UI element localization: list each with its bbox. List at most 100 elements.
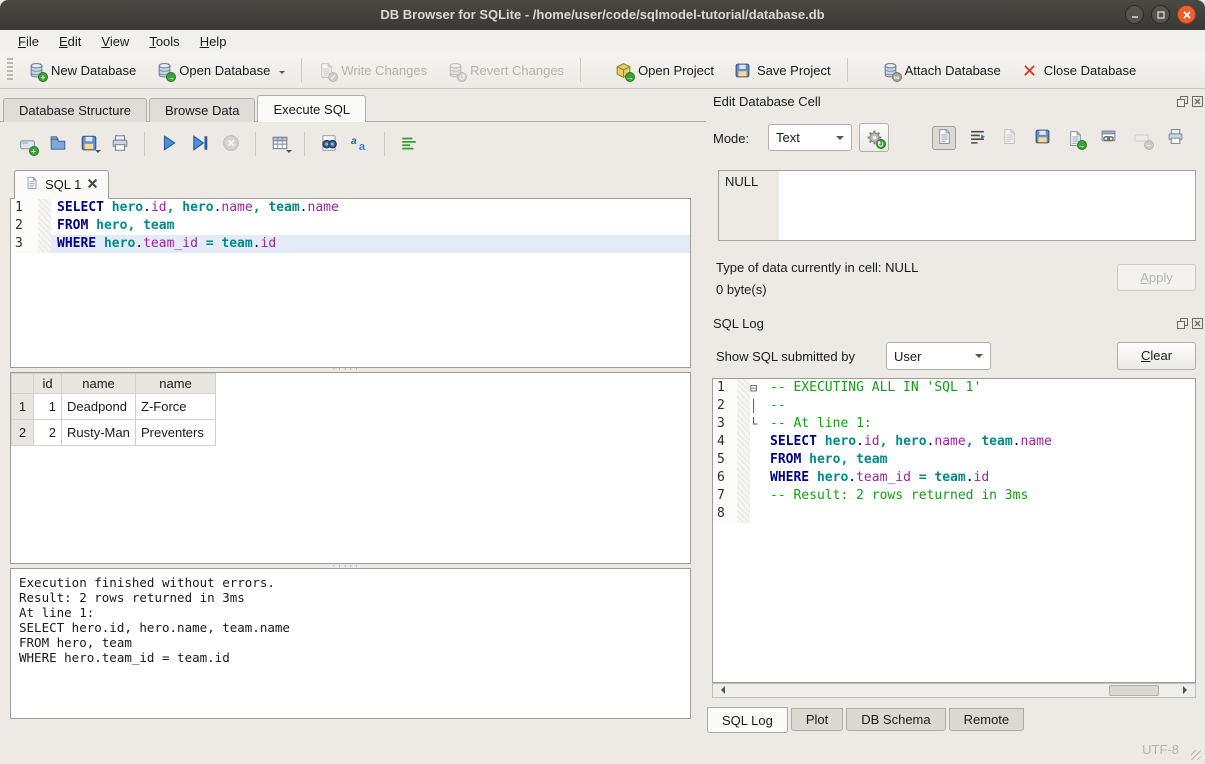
menu-tools[interactable]: Tools <box>139 32 189 51</box>
revert-changes-button[interactable]: ↺ Revert Changes <box>437 56 574 85</box>
autocomplete-button[interactable] <box>347 131 373 157</box>
link-icon <box>1100 128 1117 148</box>
gutter-margin <box>737 397 750 415</box>
column-header[interactable]: name <box>136 374 216 394</box>
write-changes-button[interactable]: ✓ Write Changes <box>308 56 437 85</box>
code-line: 1⊟-- EXECUTING ALL IN 'SQL 1' <box>713 379 1195 397</box>
code-text: -- <box>764 397 1195 415</box>
tab-database-structure[interactable]: Database Structure <box>3 98 147 122</box>
export-cell-button[interactable]: → <box>1063 126 1087 150</box>
resize-grip[interactable] <box>1191 750 1201 760</box>
corner-header[interactable] <box>12 374 34 394</box>
line-number: 6 <box>713 469 737 487</box>
clear-log-button[interactable]: Clear <box>1117 342 1196 370</box>
row-header[interactable]: 2 <box>12 420 34 446</box>
table-cell[interactable]: Deadpond <box>62 394 136 420</box>
sql-tab-close-icon[interactable] <box>87 177 98 192</box>
gutter-margin <box>737 433 750 451</box>
text-mode-button[interactable] <box>932 126 956 150</box>
save-project-button[interactable]: Save Project <box>724 56 841 85</box>
close-button[interactable] <box>1177 5 1196 24</box>
link-data-button[interactable] <box>1096 126 1120 150</box>
save-sql-file-button[interactable] <box>76 131 102 157</box>
menu-edit[interactable]: Edit <box>49 32 91 51</box>
save-results-button[interactable] <box>267 131 293 157</box>
column-header[interactable]: id <box>34 374 62 394</box>
titlebar[interactable]: DB Browser for SQLite - /home/user/code/… <box>0 0 1205 30</box>
word-wrap-icon <box>969 128 986 148</box>
attach-database-button[interactable]: ∞ Attach Database <box>872 56 1011 85</box>
code-line: 5FROM hero, team <box>713 451 1195 469</box>
fold-marker: │ <box>750 397 764 415</box>
table-cell[interactable]: Preventers <box>136 420 216 446</box>
table-cell[interactable]: 2 <box>34 420 62 446</box>
print-cell-button[interactable] <box>1163 126 1187 150</box>
format-sql-button[interactable] <box>396 131 422 157</box>
stop-execution-button[interactable] <box>218 131 244 157</box>
close-panel-icon[interactable] <box>1192 317 1203 332</box>
sql-log-view[interactable]: 1⊟-- EXECUTING ALL IN 'SQL 1'2│--3└-- At… <box>712 378 1196 683</box>
execution-message: Execution finished without errors. Resul… <box>10 568 691 719</box>
maximize-button[interactable] <box>1151 5 1170 24</box>
float-panel-icon[interactable] <box>1177 317 1188 332</box>
open-database-dropdown-caret[interactable] <box>279 71 285 77</box>
code-line: 2 │-- <box>713 397 1195 415</box>
dock-tab-sql-log[interactable]: SQL Log <box>707 707 788 733</box>
scroll-left-icon[interactable] <box>717 686 725 694</box>
fold-marker[interactable]: ⊟ <box>750 379 764 397</box>
gutter-margin <box>737 379 750 397</box>
word-wrap-button[interactable] <box>965 126 989 150</box>
toolbar-separator <box>847 58 848 82</box>
log-filter-select[interactable]: User <box>886 342 991 370</box>
dock-tab-db-schema[interactable]: DB Schema <box>846 708 945 731</box>
column-header[interactable]: name <box>62 374 136 394</box>
line-number: 2 <box>713 397 737 415</box>
tab-execute-sql[interactable]: Execute SQL <box>257 95 366 122</box>
line-number: 1 <box>11 199 38 217</box>
dock-tab-plot[interactable]: Plot <box>791 708 843 731</box>
find-replace-button[interactable] <box>316 131 342 157</box>
code-text: WHERE hero.team_id = team.id <box>51 235 690 253</box>
save-dropdown-caret[interactable] <box>95 150 101 156</box>
open-sql-file-button[interactable] <box>45 131 71 157</box>
execute-current-line-button[interactable] <box>187 131 213 157</box>
print-sql-button[interactable] <box>107 131 133 157</box>
sql-editor[interactable]: 1SELECT hero.id, hero.name, team.name2FR… <box>10 198 691 368</box>
tab-browse-data[interactable]: Browse Data <box>149 98 255 122</box>
scrollbar-thumb[interactable] <box>1109 685 1159 696</box>
open-project-button[interactable]: → Open Project <box>605 56 724 85</box>
new-sql-tab-button[interactable]: + <box>14 131 40 157</box>
row-header[interactable]: 1 <box>12 394 34 420</box>
menu-help[interactable]: Help <box>190 32 237 51</box>
scroll-right-icon[interactable] <box>1183 686 1191 694</box>
dock-tab-remote[interactable]: Remote <box>949 708 1025 731</box>
window-title: DB Browser for SQLite - /home/user/code/… <box>0 0 1205 30</box>
mode-select[interactable]: Text <box>768 124 852 151</box>
set-null-button[interactable]: − <box>1130 126 1154 150</box>
execute-all-button[interactable] <box>156 131 182 157</box>
save-cell-button[interactable] <box>1030 126 1054 150</box>
menu-file[interactable]: File <box>8 32 49 51</box>
close-panel-icon[interactable] <box>1192 95 1203 110</box>
table-cell[interactable]: 1 <box>34 394 62 420</box>
save-results-dropdown-caret[interactable] <box>286 150 292 156</box>
import-cell-button[interactable] <box>997 126 1021 150</box>
table-cell[interactable]: Rusty-Man <box>62 420 136 446</box>
toolbar-drag-handle[interactable] <box>7 58 13 82</box>
results-table: idnamename11DeadpondZ-Force22Rusty-ManPr… <box>11 373 216 446</box>
mode-label: Mode: <box>713 131 749 146</box>
float-panel-icon[interactable] <box>1177 95 1188 110</box>
sql-file-tab[interactable]: SQL 1 <box>14 170 109 199</box>
open-database-button[interactable]: → Open Database <box>146 56 295 85</box>
code-line: 7-- Result: 2 rows returned in 3ms <box>713 487 1195 505</box>
table-cell[interactable]: Z-Force <box>136 394 216 420</box>
menu-view[interactable]: View <box>91 32 139 51</box>
gutter-margin <box>38 217 51 235</box>
new-database-button[interactable]: + New Database <box>18 56 146 85</box>
auto-apply-button[interactable]: ↻ <box>859 123 889 152</box>
close-database-button[interactable]: Close Database <box>1011 56 1147 85</box>
cell-editor[interactable]: NULL <box>718 170 1196 241</box>
apply-button[interactable]: Apply <box>1117 264 1196 291</box>
log-horizontal-scrollbar[interactable] <box>712 683 1196 698</box>
minimize-button[interactable] <box>1125 5 1144 24</box>
